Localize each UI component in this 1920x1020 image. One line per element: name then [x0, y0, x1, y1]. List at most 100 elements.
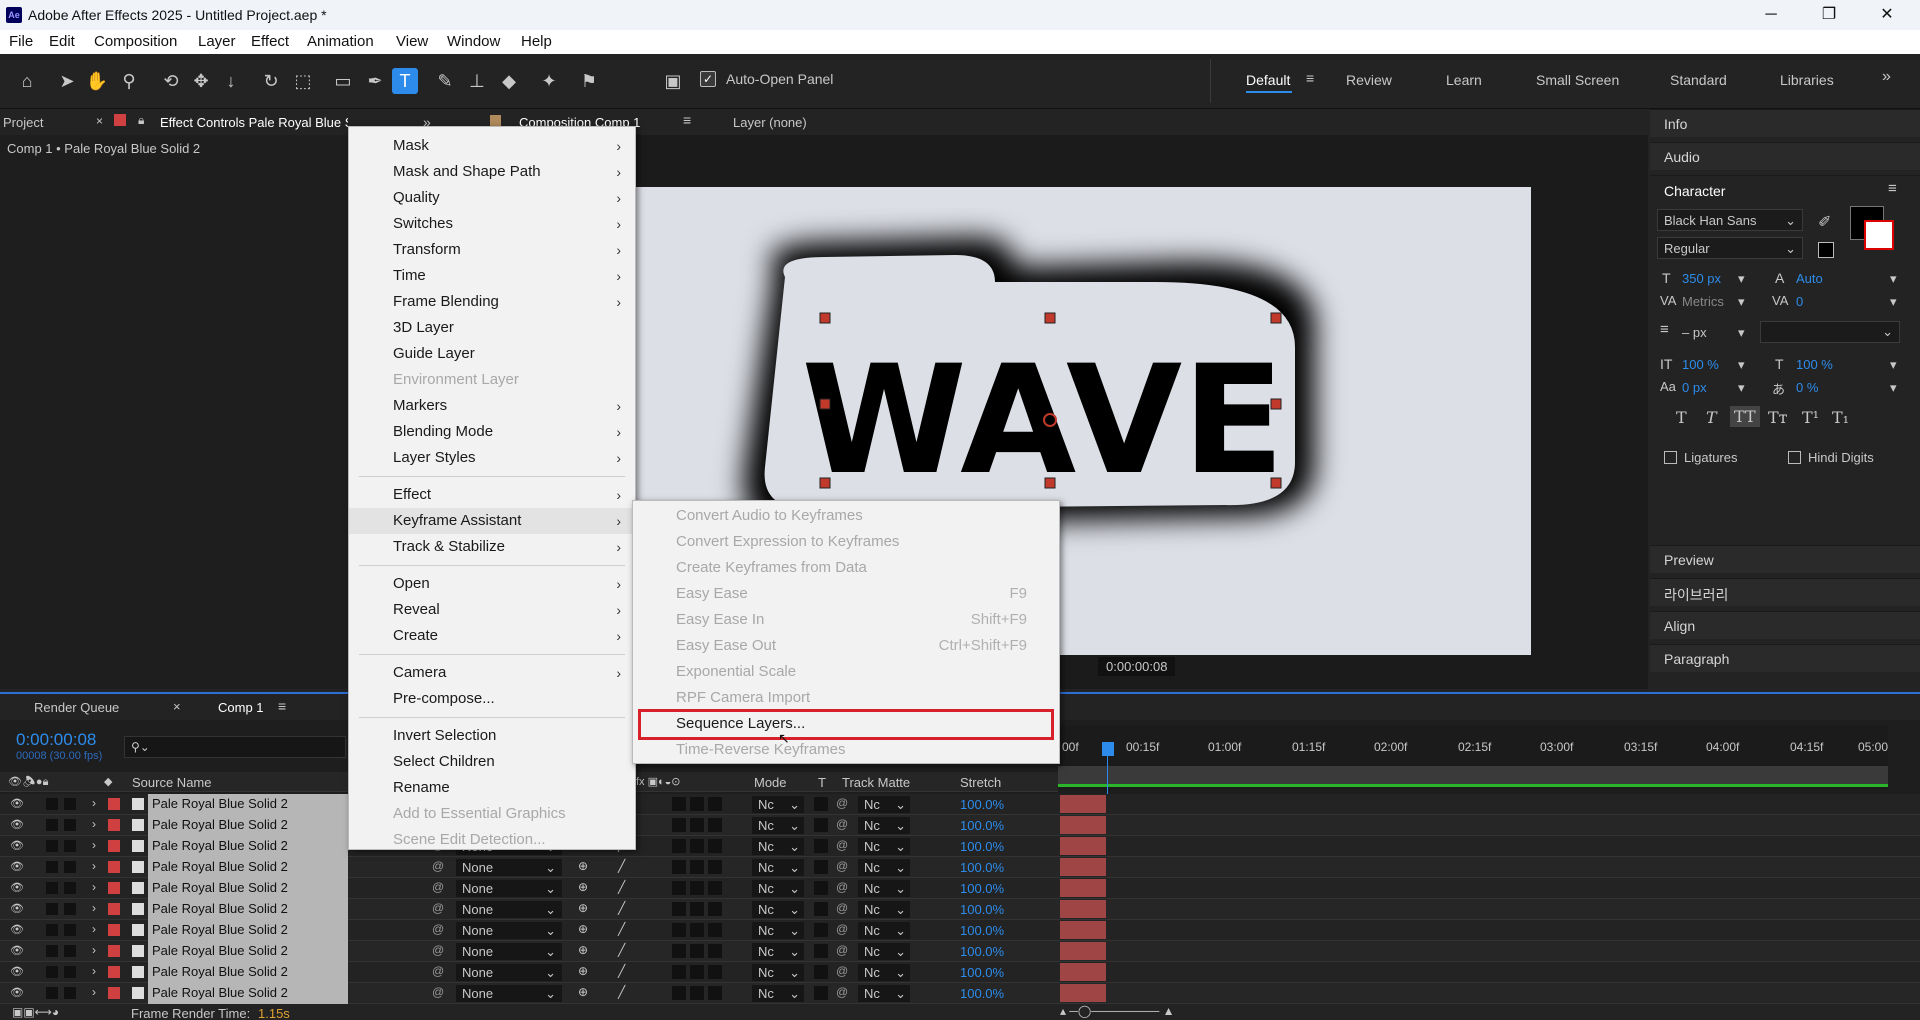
shy-icon[interactable]: ⊕	[578, 922, 588, 936]
tab-render-queue[interactable]: Render Queue	[34, 700, 119, 715]
matte-pickwhip-icon[interactable]: @	[836, 985, 848, 999]
layer-duration-bar[interactable]	[1060, 942, 1106, 960]
solo-toggle[interactable]	[46, 966, 58, 978]
menu-item-switches[interactable]: Switches ›	[349, 211, 635, 237]
layer-duration-bar[interactable]	[1060, 900, 1106, 918]
workspace-small-screen[interactable]: Small Screen	[1536, 72, 1619, 88]
eye-icon[interactable]: 👁︎	[10, 902, 24, 915]
chevron-down-icon[interactable]: ▾	[1890, 380, 1897, 396]
eye-icon[interactable]: 👁︎	[10, 986, 24, 999]
matte-pickwhip-icon[interactable]: @	[836, 943, 848, 957]
chevron-right-icon[interactable]: ›	[92, 859, 96, 873]
menu-item-mask-and-shape-path[interactable]: Mask and Shape Path ›	[349, 159, 635, 185]
layer-name[interactable]: Pale Royal Blue Solid 2	[148, 983, 348, 1004]
menu-item-layer-styles[interactable]: Layer Styles ›	[349, 445, 635, 471]
vertical-scale-value[interactable]: 100 %	[1682, 357, 1719, 372]
stretch-header[interactable]: Stretch	[960, 775, 1001, 790]
label-color-swatch[interactable]	[108, 840, 120, 852]
menu-effect[interactable]: Effect	[251, 33, 289, 50]
parent-dropdown[interactable]: None ⌄	[456, 943, 562, 960]
track-matte-dropdown[interactable]: Nc ⌄	[858, 985, 910, 1002]
current-time[interactable]: 0:00:00:08	[16, 730, 96, 750]
switch-toggle[interactable]	[672, 839, 686, 853]
lock-icon[interactable]: 🔒︎	[138, 113, 144, 128]
menu-view[interactable]: View	[396, 33, 428, 50]
chevron-down-icon[interactable]: ▾	[1738, 271, 1745, 287]
lock-toggle[interactable]	[64, 945, 76, 957]
solo-toggle[interactable]	[46, 840, 58, 852]
solo-toggle[interactable]	[46, 987, 58, 999]
stroke-type-dropdown[interactable]: ⌄	[1760, 321, 1900, 343]
mode-dropdown[interactable]: Nc ⌄	[752, 838, 804, 855]
lock-toggle[interactable]	[64, 966, 76, 978]
tab-effect-controls[interactable]: Effect Controls Pale Royal Blue Solid 2	[160, 115, 348, 130]
auto-open-checkbox[interactable]: ✓	[700, 71, 716, 87]
switch-toggle[interactable]	[672, 860, 686, 874]
preserve-transparency-toggle[interactable]	[814, 839, 828, 853]
menu-edit[interactable]: Edit	[49, 33, 75, 50]
dolly-tool-icon[interactable]: ↓	[218, 68, 244, 94]
character-menu-icon[interactable]: ≡	[1888, 180, 1897, 197]
parent-pickwhip-icon[interactable]: @	[432, 922, 444, 936]
mode-dropdown[interactable]: Nc ⌄	[752, 964, 804, 981]
chevron-down-icon[interactable]: ▾	[1890, 357, 1897, 373]
horizontal-scale-value[interactable]: 100 %	[1796, 357, 1833, 372]
label-color-swatch[interactable]	[108, 987, 120, 999]
layer-duration-bar[interactable]	[1060, 921, 1106, 939]
switch-toggle[interactable]	[708, 902, 722, 916]
superscript-button[interactable]: T¹	[1802, 408, 1819, 427]
puppet-pin-icon[interactable]: ⚑	[576, 68, 602, 94]
menu-item-3d-layer[interactable]: 3D Layer	[349, 315, 635, 341]
eye-icon[interactable]: 👁︎	[10, 797, 24, 810]
stretch-value[interactable]: 100.0%	[960, 881, 1004, 896]
preserve-transparency-toggle[interactable]	[814, 881, 828, 895]
switch-toggle[interactable]	[708, 818, 722, 832]
solo-toggle[interactable]	[46, 798, 58, 810]
switch-toggle[interactable]	[708, 797, 722, 811]
preserve-transparency-toggle[interactable]	[814, 860, 828, 874]
preserve-transparency-toggle[interactable]	[814, 923, 828, 937]
parent-dropdown[interactable]: None ⌄	[456, 880, 562, 897]
workspace-more-icon[interactable]: »	[1882, 68, 1891, 86]
menu-item-track-stabilize[interactable]: Track & Stabilize ›	[349, 534, 635, 560]
label-color-swatch[interactable]	[108, 924, 120, 936]
switch-toggle[interactable]	[672, 881, 686, 895]
menu-item-quality[interactable]: Quality ›	[349, 185, 635, 211]
lock-toggle[interactable]	[64, 840, 76, 852]
quality-icon[interactable]: ╱	[618, 964, 625, 978]
chevron-right-icon[interactable]: ›	[92, 964, 96, 978]
switch-toggle[interactable]	[690, 944, 704, 958]
shy-icon[interactable]: ⊕	[578, 943, 588, 957]
comp-timecode[interactable]: 0:00:00:08	[1098, 657, 1176, 676]
lock-toggle[interactable]	[64, 798, 76, 810]
stretch-value[interactable]: 100.0%	[960, 986, 1004, 1001]
mode-dropdown[interactable]: Nc ⌄	[752, 901, 804, 918]
workspace-default[interactable]: Default	[1246, 72, 1290, 88]
quality-icon[interactable]: ╱	[618, 922, 625, 936]
menu-help[interactable]: Help	[521, 33, 552, 50]
solo-toggle[interactable]	[46, 945, 58, 957]
audio-panel-header[interactable]: Audio	[1650, 142, 1920, 170]
label-color-swatch[interactable]	[108, 861, 120, 873]
shy-icon[interactable]: ⊕	[578, 880, 588, 894]
mode-header[interactable]: Mode	[754, 775, 787, 790]
set-black-swatch[interactable]	[1818, 242, 1834, 258]
maximize-button[interactable]: ❐	[1806, 3, 1852, 27]
minimize-button[interactable]: ─	[1748, 3, 1794, 27]
switch-toggle[interactable]	[690, 881, 704, 895]
solo-toggle[interactable]	[46, 882, 58, 894]
pan-tool-icon[interactable]: ✥	[188, 68, 214, 94]
comp-panel-menu-icon[interactable]: ≡	[683, 112, 691, 128]
layer-duration-bar[interactable]	[1060, 858, 1106, 876]
paragraph-panel-header[interactable]: Paragraph	[1650, 644, 1920, 672]
tracking-value[interactable]: 0	[1796, 294, 1803, 309]
menu-item-select-children[interactable]: Select Children	[349, 749, 635, 775]
menu-item-rename[interactable]: Rename	[349, 775, 635, 801]
brush-tool-icon[interactable]: ✎	[432, 68, 458, 94]
parent-pickwhip-icon[interactable]: @	[432, 943, 444, 957]
chevron-down-icon[interactable]: ▾	[1738, 380, 1745, 396]
parent-pickwhip-icon[interactable]: @	[432, 901, 444, 915]
solo-toggle[interactable]	[46, 924, 58, 936]
stroke-width-value[interactable]: – px	[1682, 325, 1707, 340]
label-color-swatch[interactable]	[108, 903, 120, 915]
